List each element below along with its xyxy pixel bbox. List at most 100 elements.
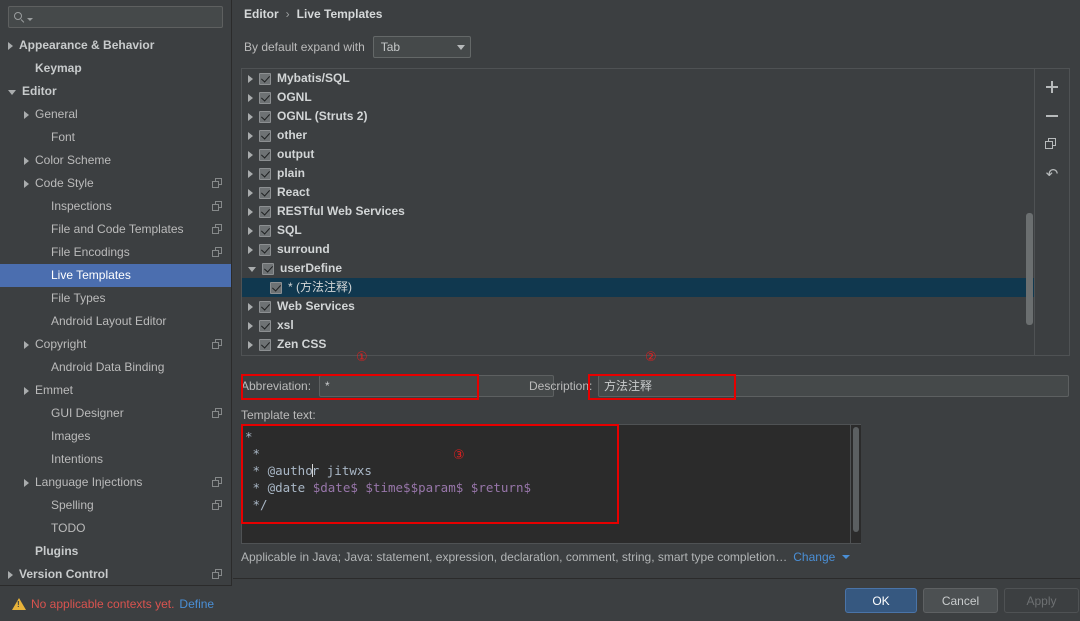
- sidebar-item-gui-designer[interactable]: GUI Designer: [0, 402, 231, 425]
- template-enabled-checkbox[interactable]: [259, 338, 271, 351]
- search-input[interactable]: [37, 9, 217, 25]
- chevron-right-icon[interactable]: [248, 188, 253, 197]
- chevron-right-icon[interactable]: [248, 74, 253, 83]
- chevron-right-icon[interactable]: [24, 156, 29, 165]
- chevron-down-icon[interactable]: [248, 267, 256, 272]
- remove-template-button[interactable]: [1042, 106, 1062, 126]
- template-group-row[interactable]: RESTful Web Services: [242, 202, 1034, 221]
- template-group-row[interactable]: output: [242, 145, 1034, 164]
- template-enabled-checkbox[interactable]: [259, 129, 271, 142]
- sidebar-item-android-layout-editor[interactable]: Android Layout Editor: [0, 310, 231, 333]
- template-group-row[interactable]: Zen CSS: [242, 335, 1034, 354]
- sidebar-item-android-data-binding[interactable]: Android Data Binding: [0, 356, 231, 379]
- chevron-right-icon[interactable]: [248, 169, 253, 178]
- template-enabled-checkbox[interactable]: [259, 91, 271, 104]
- change-context-link[interactable]: Change: [793, 550, 835, 564]
- sidebar-item-appearance-behavior[interactable]: Appearance & Behavior: [0, 34, 231, 57]
- scrollbar-thumb[interactable]: [853, 427, 859, 532]
- sidebar-item-todo[interactable]: TODO: [0, 517, 231, 540]
- sidebar-item-copyright[interactable]: Copyright: [0, 333, 231, 356]
- cancel-button[interactable]: Cancel: [923, 588, 998, 613]
- default-expand-combo[interactable]: Tab: [372, 36, 471, 58]
- template-enabled-checkbox[interactable]: [259, 243, 271, 256]
- chevron-right-icon[interactable]: [248, 207, 253, 216]
- template-group-row[interactable]: OGNL (Struts 2): [242, 107, 1034, 126]
- restore-defaults-button[interactable]: ↶: [1042, 164, 1062, 184]
- scrollbar-thumb[interactable]: [1026, 213, 1033, 325]
- sidebar-item-emmet[interactable]: Emmet: [0, 379, 231, 402]
- template-text-editor[interactable]: * * * @author jitwxs * @date $date$ $tim…: [241, 424, 851, 544]
- chevron-right-icon[interactable]: [248, 226, 253, 235]
- chevron-right-icon[interactable]: [248, 340, 253, 349]
- chevron-right-icon[interactable]: [8, 41, 13, 50]
- sidebar-item-general[interactable]: General: [0, 103, 231, 126]
- description-input[interactable]: 方法注释: [598, 375, 1069, 397]
- breadcrumb-root[interactable]: Editor: [244, 7, 279, 21]
- sidebar-item-file-encodings[interactable]: File Encodings: [0, 241, 231, 264]
- sidebar-item-spelling[interactable]: Spelling: [0, 494, 231, 517]
- template-enabled-checkbox[interactable]: [259, 148, 271, 161]
- search-box[interactable]: [8, 6, 223, 28]
- template-enabled-checkbox[interactable]: [259, 300, 271, 313]
- chevron-right-icon[interactable]: [24, 478, 29, 487]
- chevron-right-icon[interactable]: [248, 131, 253, 140]
- sidebar-item-inspections[interactable]: Inspections: [0, 195, 231, 218]
- template-enabled-checkbox[interactable]: [259, 167, 271, 180]
- sidebar-item-keymap[interactable]: Keymap: [0, 57, 231, 80]
- template-enabled-checkbox[interactable]: [270, 281, 282, 294]
- chevron-right-icon[interactable]: [248, 321, 253, 330]
- sidebar-item-font[interactable]: Font: [0, 126, 231, 149]
- template-group-row[interactable]: Web Services: [242, 297, 1034, 316]
- template-enabled-checkbox[interactable]: [259, 110, 271, 123]
- chevron-right-icon[interactable]: [248, 112, 253, 121]
- sidebar-item-language-injections[interactable]: Language Injections: [0, 471, 231, 494]
- template-tree-scrollbar[interactable]: [1026, 69, 1033, 355]
- sidebar-item-editor[interactable]: Editor: [0, 80, 231, 103]
- template-variable: $date$: [312, 480, 358, 495]
- template-group-row[interactable]: surround: [242, 240, 1034, 259]
- chevron-right-icon[interactable]: [24, 179, 29, 188]
- template-variable: $return$: [470, 480, 532, 495]
- sidebar-item-color-scheme[interactable]: Color Scheme: [0, 149, 231, 172]
- template-enabled-checkbox[interactable]: [259, 72, 271, 85]
- template-group-row[interactable]: other: [242, 126, 1034, 145]
- sidebar-item-version-control[interactable]: Version Control: [0, 563, 231, 585]
- add-template-button[interactable]: [1042, 77, 1062, 97]
- abbreviation-input[interactable]: *: [319, 375, 554, 397]
- sidebar-item-code-style[interactable]: Code Style: [0, 172, 231, 195]
- sidebar-item-images[interactable]: Images: [0, 425, 231, 448]
- chevron-right-icon[interactable]: [24, 386, 29, 395]
- chevron-right-icon[interactable]: [24, 110, 29, 119]
- chevron-right-icon[interactable]: [8, 570, 13, 579]
- duplicate-template-button[interactable]: [1042, 135, 1062, 155]
- define-context-link[interactable]: Define: [179, 597, 214, 611]
- template-group-row[interactable]: userDefine: [242, 259, 1034, 278]
- template-enabled-checkbox[interactable]: [259, 319, 271, 332]
- template-enabled-checkbox[interactable]: [259, 186, 271, 199]
- template-group-row[interactable]: xsl: [242, 316, 1034, 335]
- sidebar-item-plugins[interactable]: Plugins: [0, 540, 231, 563]
- template-group-row[interactable]: * (方法注释): [242, 278, 1034, 297]
- template-group-row[interactable]: Mybatis/SQL: [242, 69, 1034, 88]
- chevron-right-icon[interactable]: [248, 245, 253, 254]
- template-group-row[interactable]: SQL: [242, 221, 1034, 240]
- chevron-down-icon[interactable]: [8, 90, 16, 95]
- sidebar-item-live-templates[interactable]: Live Templates: [0, 264, 231, 287]
- chevron-right-icon[interactable]: [248, 150, 253, 159]
- template-text-scrollbar[interactable]: [851, 424, 861, 544]
- ok-button[interactable]: OK: [845, 588, 917, 613]
- template-group-row[interactable]: React: [242, 183, 1034, 202]
- chevron-right-icon[interactable]: [248, 93, 253, 102]
- sidebar-item-file-types[interactable]: File Types: [0, 287, 231, 310]
- template-group-row[interactable]: OGNL: [242, 88, 1034, 107]
- sidebar-item-intentions[interactable]: Intentions: [0, 448, 231, 471]
- template-group-row[interactable]: plain: [242, 164, 1034, 183]
- template-tree[interactable]: Mybatis/SQL OGNL OGNL (Struts 2) other outpu…: [242, 69, 1034, 355]
- template-enabled-checkbox[interactable]: [262, 262, 274, 275]
- template-enabled-checkbox[interactable]: [259, 224, 271, 237]
- chevron-right-icon[interactable]: [248, 302, 253, 311]
- sidebar-item-file-and-code-templates[interactable]: File and Code Templates: [0, 218, 231, 241]
- spacer-icon: [40, 229, 45, 230]
- template-enabled-checkbox[interactable]: [259, 205, 271, 218]
- chevron-right-icon[interactable]: [24, 340, 29, 349]
